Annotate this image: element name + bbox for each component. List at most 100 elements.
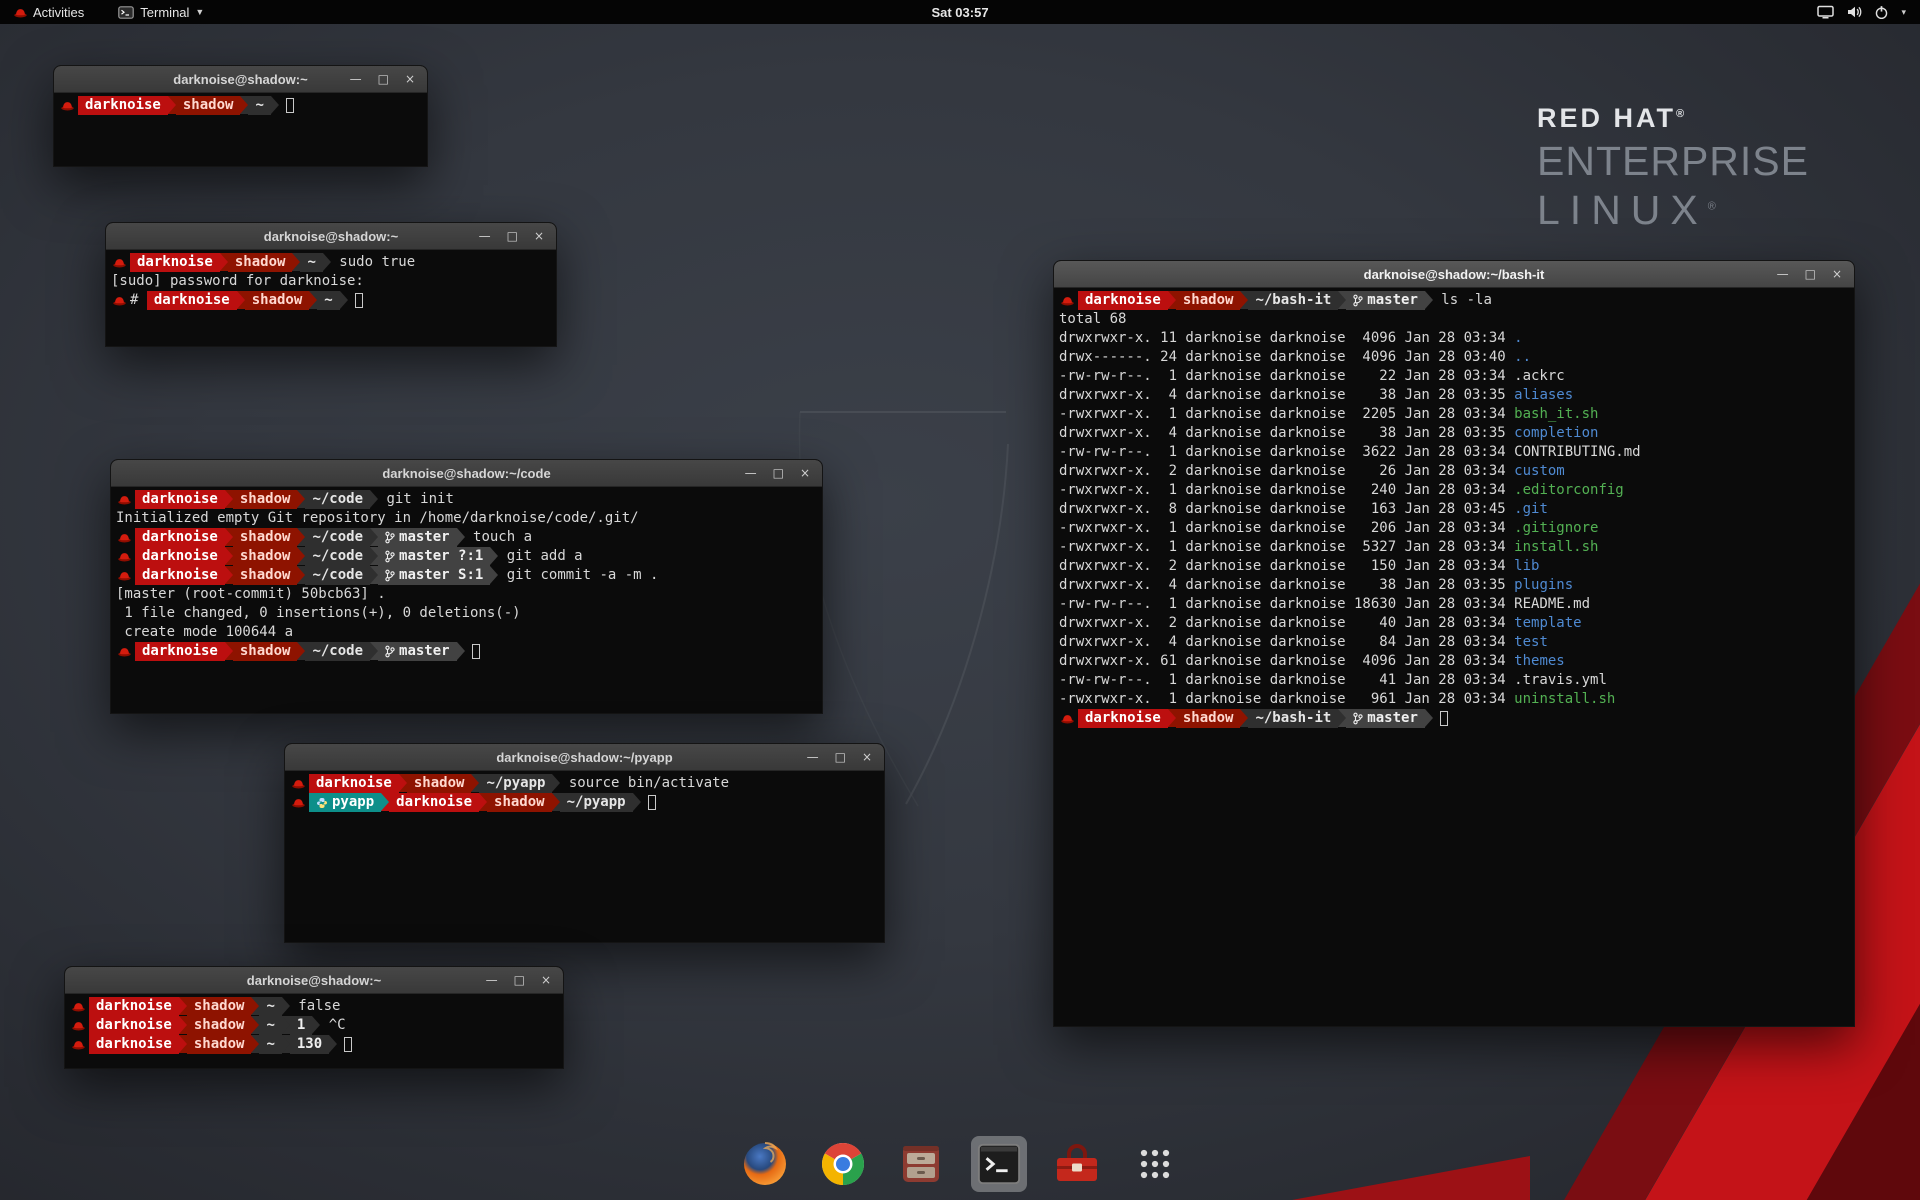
- window-titlebar[interactable]: darknoise@shadow:~—□×: [106, 223, 556, 250]
- window-controls: — □ ×: [479, 223, 556, 249]
- prompt-segment-path: ~/code: [305, 642, 370, 661]
- terminal-text: custom: [1514, 462, 1565, 481]
- terminal-cursor: [355, 293, 363, 308]
- terminal-body[interactable]: darknoiseshadow~ sudo true[sudo] passwor…: [106, 250, 556, 346]
- terminal-text: ..: [1514, 348, 1531, 367]
- close-button[interactable]: ×: [405, 66, 415, 92]
- terminal-line: darknoiseshadow~/codemaster touch a: [116, 528, 817, 547]
- powerline-separator-icon: [297, 528, 305, 546]
- close-button[interactable]: ×: [534, 223, 544, 249]
- terminal-window-home-2[interactable]: darknoise@shadow:~—□×darknoiseshadow~ fa…: [64, 966, 564, 1069]
- powerline-separator-icon: [399, 774, 407, 792]
- terminal-text: drwxrwxr-x. 8 darknoise darknoise 163 Ja…: [1059, 500, 1514, 519]
- minimize-button[interactable]: —: [807, 744, 819, 770]
- app-menu[interactable]: Terminal ▼: [110, 0, 212, 24]
- powerline-separator-icon: [329, 1035, 337, 1053]
- minimize-button[interactable]: —: [479, 223, 491, 249]
- powerline-separator-icon: [225, 547, 233, 565]
- clock[interactable]: Sat 03:57: [931, 5, 988, 20]
- terminal-body[interactable]: darknoiseshadow~: [54, 93, 427, 166]
- prompt-segment-git: master: [1346, 709, 1425, 728]
- terminal-body[interactable]: darknoiseshadow~/pyapp source bin/activa…: [285, 771, 884, 942]
- terminal-text: git add a: [498, 547, 582, 566]
- terminal-line: darknoiseshadow~ false: [70, 997, 558, 1016]
- terminal-text: [master (root-commit) 50bcb63] .: [116, 585, 386, 604]
- dock-chrome-icon[interactable]: [815, 1136, 871, 1192]
- terminal-line: drwxrwxr-x. 61 darknoise darknoise 4096 …: [1059, 652, 1849, 671]
- terminal-body[interactable]: darknoiseshadow~/code git initInitialize…: [111, 487, 822, 713]
- close-button[interactable]: ×: [1832, 261, 1842, 287]
- dock-terminal-icon[interactable]: [971, 1136, 1027, 1192]
- prompt-segment-host: shadow: [1176, 291, 1241, 310]
- prompt-segment-host: shadow: [233, 566, 298, 585]
- powerline-separator-icon: [168, 96, 176, 114]
- terminal-text: themes: [1514, 652, 1565, 671]
- maximize-button[interactable]: □: [835, 744, 846, 770]
- terminal-window-code[interactable]: darknoise@shadow:~/code—□×darknoiseshado…: [110, 459, 823, 714]
- terminal-line: darknoiseshadow~/bash-itmaster: [1059, 709, 1849, 728]
- window-titlebar[interactable]: darknoise@shadow:~/pyapp—□×: [285, 744, 884, 771]
- terminal-text: .git: [1514, 500, 1548, 519]
- powerline-separator-icon: [251, 997, 259, 1015]
- prompt-segment-path: ~: [259, 997, 281, 1016]
- terminal-line: create mode 100644 a: [116, 623, 817, 642]
- dock-firefox-icon[interactable]: [737, 1136, 793, 1192]
- terminal-text: sudo true: [331, 253, 415, 272]
- window-titlebar[interactable]: darknoise@shadow:~—□×: [54, 66, 427, 93]
- window-titlebar[interactable]: darknoise@shadow:~/bash-it—□×: [1054, 261, 1854, 288]
- system-status-area[interactable]: ▾: [1817, 5, 1914, 20]
- terminal-window-sudo[interactable]: darknoise@shadow:~—□×darknoiseshadow~ su…: [105, 222, 557, 347]
- minimize-button[interactable]: —: [350, 66, 362, 92]
- powerline-separator-icon: [552, 793, 560, 811]
- prompt-segment-user: darknoise: [89, 1016, 179, 1035]
- powerline-separator-icon: [297, 566, 305, 584]
- dock-app-grid-icon[interactable]: [1127, 1136, 1183, 1192]
- powerline-separator-icon: [240, 96, 248, 114]
- activities-label: Activities: [33, 5, 84, 20]
- maximize-button[interactable]: □: [378, 66, 389, 92]
- terminal-text: test: [1514, 633, 1548, 652]
- close-button[interactable]: ×: [862, 744, 872, 770]
- terminal-line: -rw-rw-r--. 1 darknoise darknoise 18630 …: [1059, 595, 1849, 614]
- prompt-segment-host: shadow: [176, 96, 241, 115]
- window-titlebar[interactable]: darknoise@shadow:~/code—□×: [111, 460, 822, 487]
- powerline-separator-icon: [225, 642, 233, 660]
- terminal-line: darknoiseshadow~: [59, 96, 422, 115]
- close-button[interactable]: ×: [541, 967, 551, 993]
- dock-toolbox-icon[interactable]: [1049, 1136, 1105, 1192]
- maximize-button[interactable]: □: [514, 967, 525, 993]
- redhat-prompt-icon: [111, 253, 130, 272]
- powerline-separator-icon: [457, 642, 465, 660]
- prompt-segment-host: shadow: [487, 793, 552, 812]
- window-titlebar[interactable]: darknoise@shadow:~—□×: [65, 967, 563, 994]
- terminal-text: drwxrwxr-x. 4 darknoise darknoise 38 Jan…: [1059, 424, 1514, 443]
- terminal-line: darknoiseshadow~/codemaster: [116, 642, 817, 661]
- maximize-button[interactable]: □: [773, 460, 784, 486]
- maximize-button[interactable]: □: [1805, 261, 1816, 287]
- prompt-segment-git: master S:1: [378, 566, 490, 585]
- terminal-window-home-1[interactable]: darknoise@shadow:~—□×darknoiseshadow~: [53, 65, 428, 167]
- branch-icon: [385, 569, 395, 582]
- maximize-button[interactable]: □: [507, 223, 518, 249]
- terminal-window-bash-it[interactable]: darknoise@shadow:~/bash-it—□×darknoisesh…: [1053, 260, 1855, 1027]
- prompt-segment-host: shadow: [233, 528, 298, 547]
- powerline-separator-icon: [282, 1035, 290, 1053]
- minimize-button[interactable]: —: [745, 460, 757, 486]
- redhat-prompt-icon: [111, 291, 130, 310]
- powerline-separator-icon: [1168, 291, 1176, 309]
- terminal-body[interactable]: darknoiseshadow~ falsedarknoiseshadow~1 …: [65, 994, 563, 1068]
- app-menu-label: Terminal: [140, 5, 189, 20]
- minimize-button[interactable]: —: [1777, 261, 1789, 287]
- minimize-button[interactable]: —: [486, 967, 498, 993]
- activities-button[interactable]: Activities: [6, 0, 92, 24]
- powerline-separator-icon: [370, 528, 378, 546]
- close-button[interactable]: ×: [800, 460, 810, 486]
- branch-icon: [385, 550, 395, 563]
- prompt-segment-venv: pyapp: [309, 793, 381, 812]
- dock-files-icon[interactable]: [893, 1136, 949, 1192]
- terminal-body[interactable]: darknoiseshadow~/bash-itmaster ls -latot…: [1054, 288, 1854, 1026]
- terminal-window-pyapp[interactable]: darknoise@shadow:~/pyapp—□×darknoiseshad…: [284, 743, 885, 943]
- terminal-line: 1 file changed, 0 insertions(+), 0 delet…: [116, 604, 817, 623]
- prompt-segment-path: ~: [248, 96, 270, 115]
- prompt-segment-user: darknoise: [89, 1035, 179, 1054]
